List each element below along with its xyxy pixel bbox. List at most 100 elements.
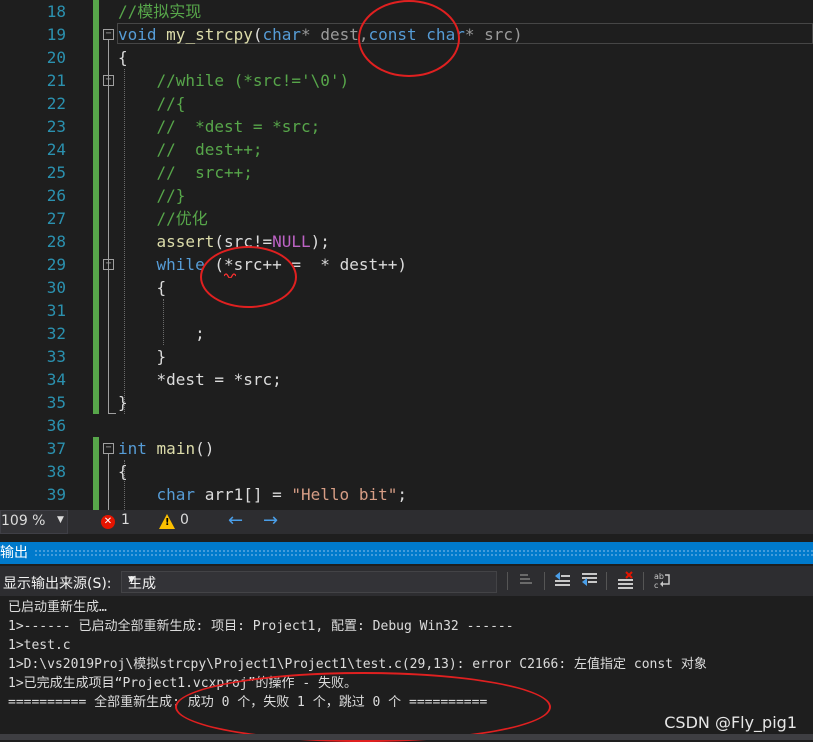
line-number: 18: [46, 2, 66, 21]
output-source-label: 显示输出来源(S):: [3, 576, 112, 592]
editor-status-bar: 109 % ▼ ✕ 1 ! 0 ← →: [0, 510, 813, 534]
code-line-26[interactable]: //}: [118, 184, 186, 207]
line-number: 34: [46, 370, 66, 389]
code-line-19[interactable]: void my_strcpy(char* dest,const char* sr…: [118, 23, 523, 46]
chevron-down-icon: ▼: [57, 515, 64, 525]
horizontal-scrollbar[interactable]: [0, 734, 813, 740]
code-text: (): [195, 439, 215, 458]
comment: // *dest = *src;: [156, 117, 321, 136]
go-to-previous-message-icon[interactable]: [552, 571, 572, 591]
outline-guide: [108, 454, 109, 510]
code-text: );: [310, 232, 330, 251]
comment: // src++;: [156, 163, 253, 182]
collapse-toggle-icon[interactable]: −: [103, 75, 114, 86]
word-wrap-icon[interactable]: ab c: [652, 571, 672, 591]
keyword: char: [426, 25, 465, 44]
toolbar-separator: [544, 572, 545, 590]
line-number: 39: [46, 485, 66, 504]
line-number: 21: [46, 71, 66, 90]
line-number: 35: [46, 393, 66, 412]
collapse-toggle-icon[interactable]: −: [103, 259, 114, 270]
code-line-32[interactable]: ;: [118, 322, 205, 345]
clear-all-icon[interactable]: [615, 571, 635, 591]
code-line-21[interactable]: //while (*src!='\0'): [118, 69, 350, 92]
code-line-37[interactable]: int main(): [118, 437, 214, 460]
line-number: 32: [46, 324, 66, 343]
keyword: void: [118, 25, 157, 44]
output-line: 1>已完成生成项目“Project1.vcxproj”的操作 - 失败。: [8, 676, 358, 691]
line-number: 22: [46, 94, 66, 113]
macro: NULL: [272, 232, 311, 251]
code-line-38[interactable]: {: [118, 460, 128, 483]
punctuation: (: [252, 25, 263, 44]
code-line-27[interactable]: //优化: [118, 207, 208, 230]
code-line-25[interactable]: // src++;: [118, 161, 253, 184]
comment: //优化: [156, 209, 208, 228]
watermark: CSDN @Fly_pig1: [664, 713, 797, 732]
keyword: while: [156, 255, 205, 274]
chevron-down-icon: ▼: [128, 575, 135, 585]
outline-guide: [108, 40, 109, 414]
svg-text:c: c: [654, 581, 658, 589]
warning-count[interactable]: 0: [180, 512, 189, 528]
code-line-18[interactable]: //模拟实现: [118, 0, 201, 23]
arrow-right-icon[interactable]: →: [263, 510, 278, 531]
zoom-dropdown[interactable]: 109 % ▼: [0, 510, 68, 534]
output-line: 已启动重新生成…: [8, 600, 107, 615]
output-line: ========== 全部重新生成: 成功 0 个，失败 1 个，跳过 0 个 …: [8, 695, 488, 710]
output-line: 1>------ 已启动全部重新生成: 项目: Project1, 配置: De…: [8, 619, 514, 634]
code-line-28[interactable]: assert(src!=NULL);: [118, 230, 330, 253]
find-message-icon[interactable]: [516, 571, 536, 591]
code-line-39[interactable]: char arr1[] = "Hello bit";: [118, 483, 407, 506]
code-text: arr1[] =: [195, 485, 292, 504]
output-source-select[interactable]: 生成 ▼: [121, 571, 497, 593]
brace: }: [156, 347, 167, 366]
toolbar-separator: [507, 572, 508, 590]
code-line-29[interactable]: while (*src++ = * dest++): [118, 253, 407, 276]
code-line-35[interactable]: }: [118, 391, 128, 414]
error-count[interactable]: 1: [121, 512, 130, 528]
line-number: 23: [46, 117, 66, 136]
code-editor[interactable]: 18 19 20 21 22 23 24 25 26 27 28 29 30 3…: [0, 0, 813, 510]
line-number: 37: [46, 439, 66, 458]
line-number: 25: [46, 163, 66, 182]
code-line-34[interactable]: *dest = *src;: [118, 368, 282, 391]
drag-grip[interactable]: [34, 549, 813, 557]
keyword: char: [262, 25, 302, 44]
warning-icon[interactable]: !: [159, 514, 175, 529]
collapse-toggle-icon[interactable]: −: [103, 443, 114, 454]
code-line-33[interactable]: }: [118, 345, 167, 368]
line-number-gutter: 18 19 20 21 22 23 24 25 26 27 28 29 30 3…: [0, 0, 78, 510]
code-line-22[interactable]: //{: [118, 92, 186, 115]
outline-guide-end: [108, 413, 116, 414]
line-number: 26: [46, 186, 66, 205]
string-literal: "Hello bit": [291, 485, 398, 504]
brace: {: [156, 278, 167, 297]
code-line-30[interactable]: {: [118, 276, 167, 299]
parameter: * dest,: [301, 25, 369, 44]
go-to-next-message-icon[interactable]: [579, 571, 599, 591]
comment: //while (*src!='\0'): [156, 71, 350, 90]
line-number: 24: [46, 140, 66, 159]
output-panel-title-bar[interactable]: 输出: [0, 542, 813, 564]
error-icon[interactable]: ✕: [101, 515, 115, 529]
line-number: 33: [46, 347, 66, 366]
brace: {: [118, 462, 128, 481]
output-toolbar: 显示输出来源(S): 生成 ▼ ab c: [0, 566, 813, 596]
code-line-20[interactable]: {: [118, 46, 128, 69]
comment: // dest++;: [156, 140, 263, 159]
code-line-24[interactable]: // dest++;: [118, 138, 263, 161]
keyword: int: [118, 439, 147, 458]
output-text[interactable]: 已启动重新生成… 1>------ 已启动全部重新生成: 项目: Project…: [8, 598, 707, 712]
line-number: 31: [46, 301, 66, 320]
comment: //模拟实现: [118, 2, 202, 21]
arrow-left-icon[interactable]: ←: [228, 510, 243, 531]
collapse-toggle-icon[interactable]: −: [103, 29, 114, 40]
keyword: const: [368, 25, 417, 44]
code-line-23[interactable]: // *dest = *src;: [118, 115, 321, 138]
line-number: 38: [46, 462, 66, 481]
function-name: assert: [156, 232, 215, 251]
line-number: 29: [46, 255, 66, 274]
warning-glyph: !: [165, 517, 170, 528]
parameter: * src): [464, 25, 523, 44]
